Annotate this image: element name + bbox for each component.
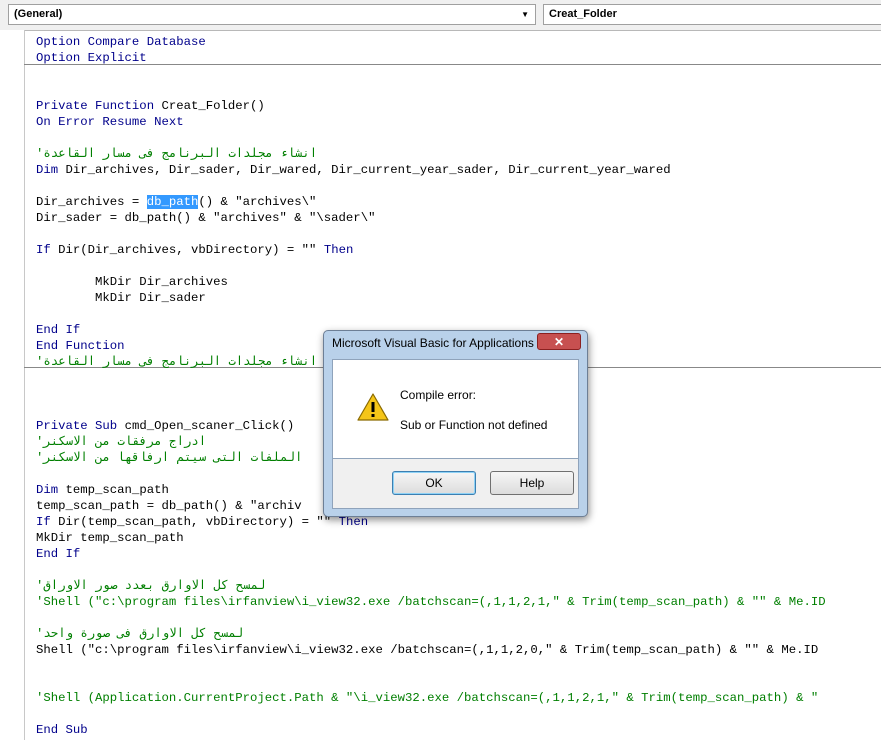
code-line[interactable]: MkDir Dir_archives	[36, 274, 881, 290]
keyword: Option Compare Database	[36, 35, 206, 49]
keyword: Dim	[36, 163, 59, 177]
code-line[interactable]: Dir_archives = db_path() & "archives\"	[36, 194, 881, 210]
code-text: () & "archives\"	[198, 195, 317, 209]
code-text: Dir_archives, Dir_sader, Dir_wared, Dir_…	[58, 163, 671, 177]
comment: 'ادراج مرفقات من الاسكنر	[36, 435, 207, 449]
keyword: End Function	[36, 339, 125, 353]
code-window-toolbar: (General) ▼ Creat_Folder	[0, 0, 881, 31]
code-line[interactable]: Dir_sader = db_path() & "archives" & "\s…	[36, 210, 881, 226]
code-text: Dir_archives =	[36, 195, 147, 209]
code-line-empty[interactable]	[36, 674, 881, 690]
compile-error-dialog: Microsoft Visual Basic for Applications …	[323, 330, 588, 517]
dialog-message-area: Compile error: Sub or Function not defin…	[332, 359, 579, 459]
code-line-empty[interactable]	[36, 706, 881, 722]
keyword: Then	[323, 243, 354, 257]
keyword: End If	[36, 547, 81, 561]
code-line[interactable]: 'Shell (Application.CurrentProject.Path …	[36, 690, 881, 706]
help-button[interactable]: Help	[490, 471, 574, 495]
code-text: Dir(Dir_archives, vbDirectory) = ""	[50, 243, 324, 257]
code-line[interactable]: Dim Dir_archives, Dir_sader, Dir_wared, …	[36, 162, 881, 178]
selected-text[interactable]: db_path	[146, 195, 199, 209]
keyword: If	[36, 243, 51, 257]
code-text: MkDir Dir_archives	[36, 275, 228, 289]
code-line-empty[interactable]	[36, 130, 881, 146]
code-text: Shell ("c:\program files\irfanview\i_vie…	[36, 643, 819, 657]
warning-icon	[357, 393, 389, 421]
code-line[interactable]: MkDir Dir_sader	[36, 290, 881, 306]
code-line-empty[interactable]	[36, 658, 881, 674]
code-line[interactable]: Shell ("c:\program files\irfanview\i_vie…	[36, 642, 881, 658]
keyword: Private Function	[36, 99, 155, 113]
dialog-button-area: OK Help	[332, 459, 579, 509]
margin-indicator-bar[interactable]	[0, 30, 25, 740]
code-line[interactable]: Option Compare Database	[36, 34, 881, 50]
error-message: Sub or Function not defined	[400, 418, 548, 432]
code-line[interactable]: MkDir temp_scan_path	[36, 530, 881, 546]
comment: 'لمسح كل الاوارق فى صورة واحد	[36, 627, 244, 641]
keyword: End Sub	[36, 723, 88, 737]
code-text: temp_scan_path	[58, 483, 169, 497]
comment: 'انشاء مجلدات البرنامج فى مسار القاعدة	[36, 147, 318, 161]
procedure-dropdown[interactable]: Creat_Folder	[543, 4, 881, 25]
code-text: MkDir Dir_sader	[36, 291, 206, 305]
chevron-down-icon[interactable]: ▼	[521, 5, 529, 24]
comment: 'لمسح كل الاوارق بعدد صور الاوراق	[36, 579, 266, 593]
code-line-empty[interactable]	[36, 178, 881, 194]
procedure-dropdown-value: Creat_Folder	[549, 8, 617, 20]
dialog-title: Microsoft Visual Basic for Applications	[332, 336, 534, 350]
code-line-empty[interactable]	[36, 66, 881, 82]
close-icon: ✕	[553, 335, 565, 349]
keyword: Option Explicit	[36, 51, 147, 65]
comment: 'الملفات التى سيتم ارفاقها من الاسكنر	[36, 451, 303, 465]
ok-button[interactable]: OK	[392, 471, 476, 495]
error-heading: Compile error:	[400, 388, 477, 402]
comment: 'Shell ("c:\program files\irfanview\i_vi…	[36, 595, 826, 609]
code-line[interactable]: End Sub	[36, 722, 881, 738]
code-line[interactable]: 'لمسح كل الاوارق فى صورة واحد	[36, 626, 881, 642]
comment: 'انشاء مجلدات البرنامج فى مسار القاعدة	[36, 355, 318, 369]
code-text: Dir_sader = db_path() & "archives" & "\s…	[36, 211, 376, 225]
keyword: Private Sub	[36, 419, 118, 433]
code-line[interactable]: End If	[36, 546, 881, 562]
code-line-empty[interactable]	[36, 306, 881, 322]
code-line-empty[interactable]	[36, 610, 881, 626]
code-text: cmd_Open_scaner_Click()	[117, 419, 295, 433]
code-line[interactable]: 'لمسح كل الاوارق بعدد صور الاوراق	[36, 578, 881, 594]
object-dropdown[interactable]: (General) ▼	[8, 4, 536, 25]
keyword: On Error Resume Next	[36, 115, 184, 129]
keyword: Dim	[36, 483, 59, 497]
code-line-empty[interactable]	[36, 562, 881, 578]
code-text: MkDir temp_scan_path	[36, 531, 184, 545]
code-line[interactable]: 'Shell ("c:\program files\irfanview\i_vi…	[36, 594, 881, 610]
object-dropdown-value: (General)	[14, 8, 63, 20]
code-text: Creat_Folder()	[154, 99, 265, 113]
keyword: End If	[36, 323, 81, 337]
code-text: temp_scan_path = db_path() & "archiv	[36, 499, 302, 513]
code-line-empty[interactable]	[36, 258, 881, 274]
code-line[interactable]: 'انشاء مجلدات البرنامج فى مسار القاعدة	[36, 146, 881, 162]
code-text: Dir(temp_scan_path, vbDirectory) = ""	[50, 515, 339, 529]
close-button[interactable]: ✕	[537, 333, 581, 350]
keyword: If	[36, 515, 51, 529]
code-line[interactable]: If Dir(Dir_archives, vbDirectory) = "" T…	[36, 242, 881, 258]
keyword: Then	[338, 515, 369, 529]
code-line[interactable]: On Error Resume Next	[36, 114, 881, 130]
code-line[interactable]: Option Explicit	[36, 50, 881, 66]
code-line-empty[interactable]	[36, 82, 881, 98]
code-line-empty[interactable]	[36, 226, 881, 242]
code-line[interactable]: Private Function Creat_Folder()	[36, 98, 881, 114]
comment: 'Shell (Application.CurrentProject.Path …	[36, 691, 819, 705]
